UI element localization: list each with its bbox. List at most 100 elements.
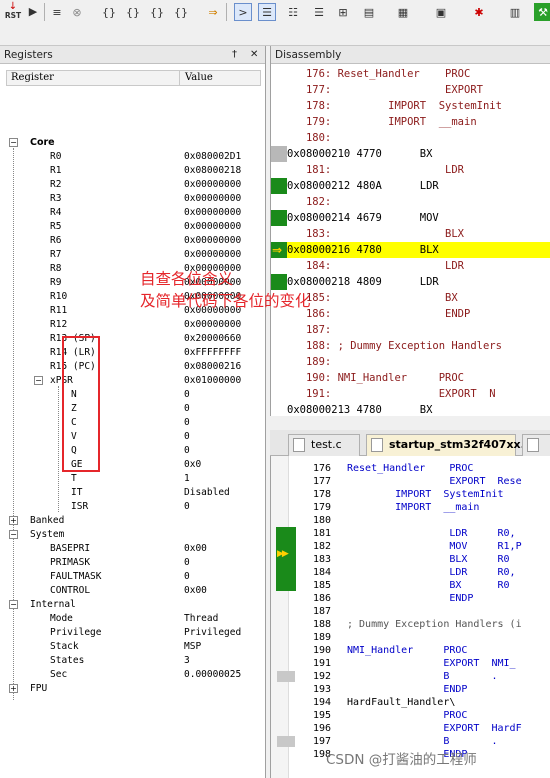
disassembly-source-line[interactable]: 188: ; Dummy Exception Handlers: [271, 338, 550, 354]
register-row[interactable]: ISR 0: [71, 500, 266, 514]
disassembly-source-line[interactable]: 184: LDR: [271, 258, 550, 274]
editor-line[interactable]: 189: [271, 631, 550, 644]
register-value[interactable]: 0x00000000: [184, 178, 241, 192]
disassembly-source-line[interactable]: 185: BX: [271, 290, 550, 306]
register-value[interactable]: 3: [184, 654, 190, 668]
editor-line[interactable]: 187: [271, 605, 550, 618]
tab-overflow[interactable]: [522, 434, 550, 456]
registers-window-button[interactable]: ☰: [310, 3, 328, 21]
editor-line[interactable]: 185 BX R0: [271, 579, 550, 592]
register-row[interactable]: R5 0x00000000: [50, 220, 266, 234]
disassembly-source-line[interactable]: 181: LDR: [271, 162, 550, 178]
disassembly-button[interactable]: ☰: [258, 3, 276, 21]
register-value[interactable]: MSP: [184, 640, 201, 654]
editor-line[interactable]: 181 LDR R0,: [271, 527, 550, 540]
disassembly-source-line[interactable]: 176: Reset_Handler PROC: [271, 66, 550, 82]
register-value[interactable]: 0.00000025: [184, 668, 241, 682]
register-row[interactable]: R7 0x00000000: [50, 248, 266, 262]
register-row[interactable]: Z0: [71, 402, 266, 416]
register-value[interactable]: 0: [184, 500, 190, 514]
step-button[interactable]: ≡: [48, 3, 66, 21]
disassembly-source-line[interactable]: 183: BLX: [271, 226, 550, 242]
register-row[interactable]: PRIMASK 0: [50, 556, 266, 570]
editor-line[interactable]: 178 IMPORT SystemInit: [271, 488, 550, 501]
tab-test-c[interactable]: test.c: [288, 434, 360, 456]
stop-button[interactable]: ⊗: [68, 3, 86, 21]
expand-toggle[interactable]: −: [9, 600, 18, 609]
expand-toggle[interactable]: +: [9, 516, 18, 525]
register-value[interactable]: Privileged: [184, 626, 241, 640]
serial-button[interactable]: ▣: [432, 3, 450, 21]
run-button[interactable]: ▶: [24, 2, 42, 20]
register-value[interactable]: 0x00000000: [184, 206, 241, 220]
disassembly-source-line[interactable]: 180:: [271, 130, 550, 146]
step-over-button[interactable]: {}: [124, 3, 142, 21]
register-value[interactable]: 0x00000000: [184, 318, 241, 332]
editor-line[interactable]: 176 Reset_Handler PROC: [271, 462, 550, 475]
register-value[interactable]: 0x00000000: [184, 248, 241, 262]
editor-line[interactable]: 190 NMI_Handler PROC: [271, 644, 550, 657]
register-value[interactable]: 0x00000000: [184, 234, 241, 248]
register-value[interactable]: 0xFFFFFFFF: [184, 346, 241, 360]
register-row[interactable]: Privilege Privileged: [50, 626, 266, 640]
disassembly-listing[interactable]: 176: Reset_Handler PROC 177: EXPORT 178:…: [271, 66, 550, 416]
disassembly-instruction[interactable]: 0x08000213 4780 BX: [271, 402, 550, 416]
register-value[interactable]: 0x08000218: [184, 164, 241, 178]
register-row[interactable]: V0: [71, 430, 266, 444]
register-row[interactable]: R4 0x00000000: [50, 206, 266, 220]
disassembly-source-line[interactable]: 179: IMPORT __main: [271, 114, 550, 130]
show-next-button[interactable]: ⇒: [204, 3, 222, 21]
editor-line[interactable]: 186 ENDP: [271, 592, 550, 605]
register-value[interactable]: 0: [184, 444, 190, 458]
step-into-button[interactable]: {}: [100, 3, 118, 21]
disassembly-instruction[interactable]: ⇒ 0x08000216 4780 BLX: [271, 242, 550, 258]
editor-line[interactable]: 184 LDR R0,: [271, 566, 550, 579]
editor-line[interactable]: 195 PROC: [271, 709, 550, 722]
disassembly-source-line[interactable]: 178: IMPORT SystemInit: [271, 98, 550, 114]
register-row[interactable]: R12 0x00000000: [50, 318, 266, 332]
register-row[interactable]: Q0: [71, 444, 266, 458]
register-value[interactable]: 0x080002D1: [184, 150, 241, 164]
register-value[interactable]: 0: [184, 556, 190, 570]
source-editor[interactable]: 176 Reset_Handler PROC 177 EXPORT Rese 178 …: [270, 430, 550, 778]
disassembly-source-line[interactable]: 191: EXPORT N: [271, 386, 550, 402]
disassembly-source-line[interactable]: 187:: [271, 322, 550, 338]
disassembly-source-line[interactable]: 190: NMI_Handler PROC: [271, 370, 550, 386]
register-value[interactable]: 0: [184, 402, 190, 416]
editor-line[interactable]: 177 EXPORT Rese: [271, 475, 550, 488]
register-value[interactable]: 0x00: [184, 584, 207, 598]
command-window-button[interactable]: >: [234, 3, 252, 21]
register-row[interactable]: Stack MSP: [50, 640, 266, 654]
register-row[interactable]: T1: [71, 472, 266, 486]
register-row[interactable]: GE 0x0: [71, 458, 266, 472]
expand-toggle[interactable]: +: [9, 684, 18, 693]
register-row[interactable]: IT Disabled: [71, 486, 266, 500]
register-row[interactable]: N0: [71, 388, 266, 402]
editor-line[interactable]: 192 B .: [271, 670, 550, 683]
register-value[interactable]: 0x00000000: [184, 220, 241, 234]
register-value[interactable]: Disabled: [184, 486, 230, 500]
system-viewer-button[interactable]: ▥: [506, 3, 524, 21]
register-row[interactable]: R0 0x080002D1: [50, 150, 266, 164]
expand-toggle[interactable]: −: [9, 530, 18, 539]
editor-line[interactable]: 193 ENDP: [271, 683, 550, 696]
register-value[interactable]: 0x0: [184, 458, 201, 472]
register-row[interactable]: CONTROL 0x00: [50, 584, 266, 598]
expand-toggle[interactable]: −: [34, 376, 43, 385]
register-value[interactable]: 0x00: [184, 542, 207, 556]
disassembly-source-line[interactable]: 177: EXPORT: [271, 82, 550, 98]
editor-line[interactable]: 196 EXPORT HardF: [271, 722, 550, 735]
editor-line[interactable]: 179 IMPORT __main: [271, 501, 550, 514]
register-value[interactable]: 0: [184, 416, 190, 430]
run-to-cursor-button[interactable]: {}: [172, 3, 190, 21]
register-row[interactable]: R6 0x00000000: [50, 234, 266, 248]
register-row[interactable]: Sec 0.00000025: [50, 668, 266, 682]
reset-button[interactable]: ↓ RST: [4, 2, 22, 21]
disassembly-instruction[interactable]: 0x08000212 480A LDR: [271, 178, 550, 194]
tab-startup-file[interactable]: startup_stm32f407xx.s: [366, 434, 531, 456]
expand-toggle[interactable]: −: [9, 138, 18, 147]
register-row[interactable]: C0: [71, 416, 266, 430]
register-value[interactable]: 0x08000216: [184, 360, 241, 374]
editor-lines[interactable]: 176 Reset_Handler PROC 177 EXPORT Rese 178 …: [271, 462, 550, 778]
editor-line[interactable]: 183 BLX R0: [271, 553, 550, 566]
